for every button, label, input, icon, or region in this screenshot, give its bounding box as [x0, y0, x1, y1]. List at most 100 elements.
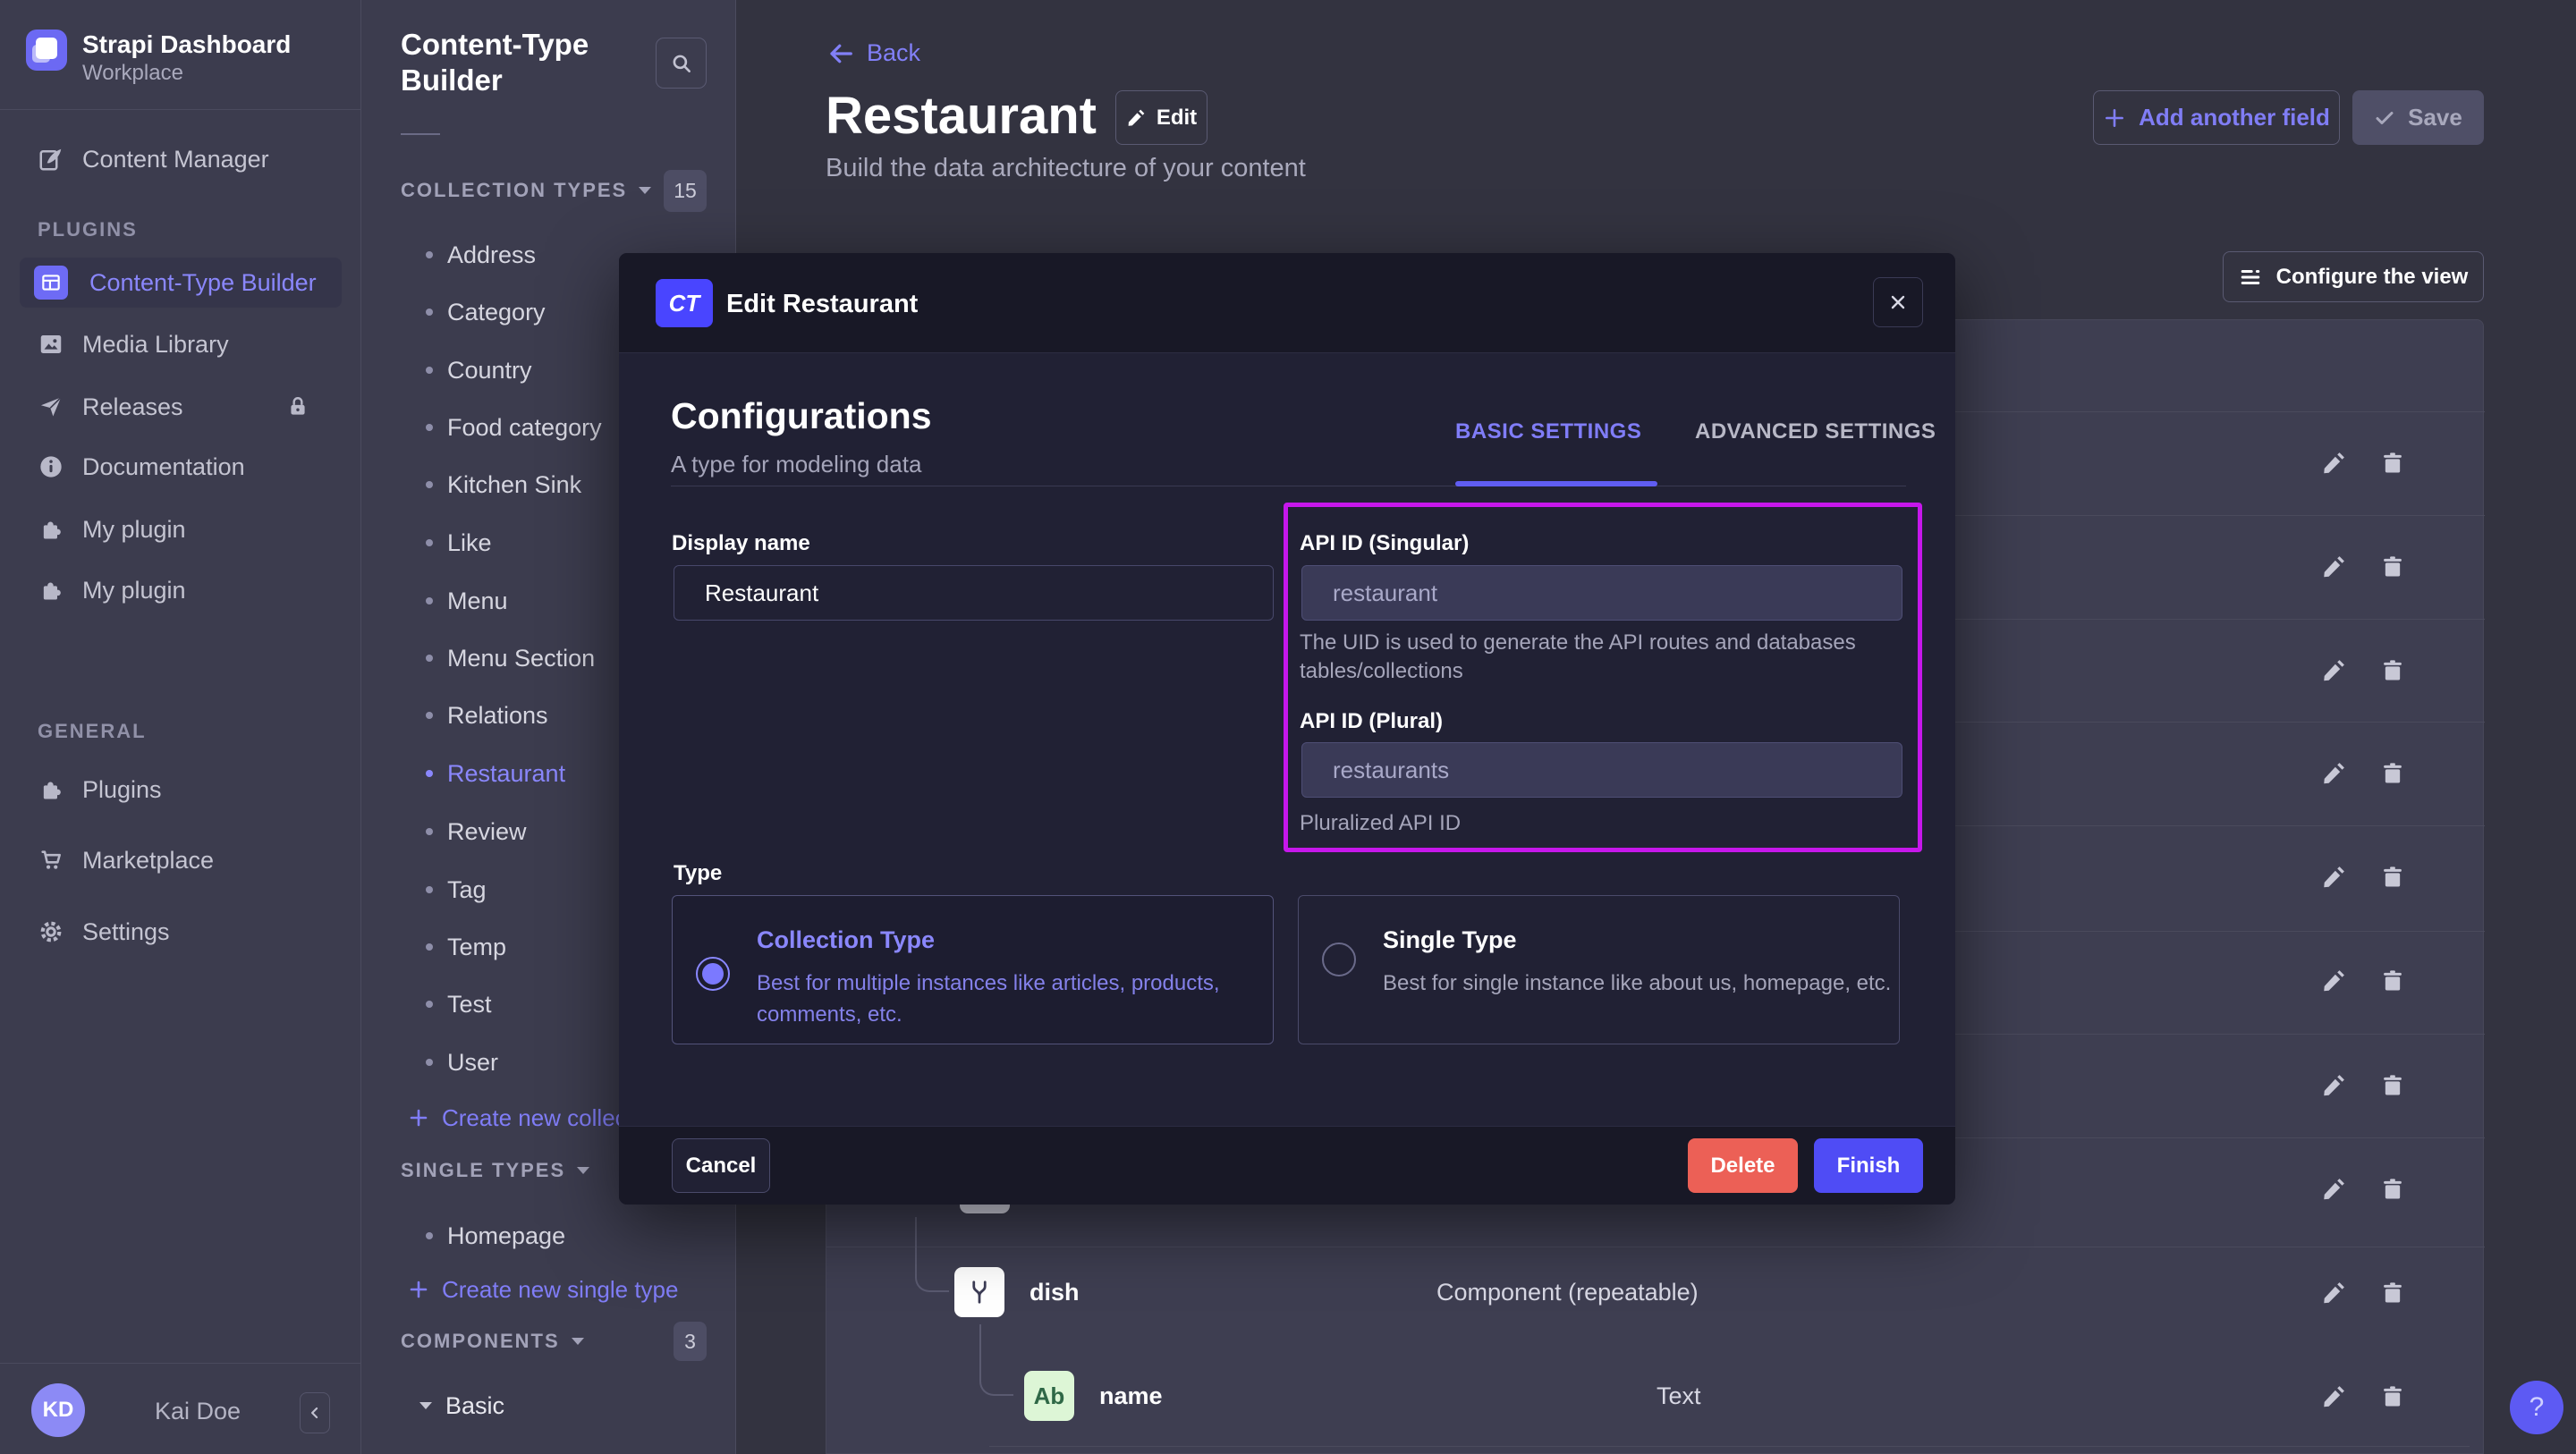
- table-row-actions: [2320, 864, 2428, 894]
- sidebar-item-country[interactable]: Country: [401, 356, 532, 385]
- edit-field-button[interactable]: [2320, 1280, 2347, 1306]
- strapi-logo[interactable]: [26, 30, 67, 71]
- delete-button[interactable]: Delete: [1688, 1138, 1798, 1193]
- finish-button[interactable]: Finish: [1814, 1138, 1923, 1193]
- sidebar-item-restaurant[interactable]: Restaurant: [401, 759, 565, 788]
- edit-field-button[interactable]: [2320, 1072, 2347, 1099]
- api-id-plural-input[interactable]: [1301, 742, 1902, 798]
- sidebar-item-releases[interactable]: Releases: [20, 382, 342, 432]
- sidebar-item-review[interactable]: Review: [401, 817, 527, 846]
- sidebar-item-content-type-builder[interactable]: Content-Type Builder: [20, 258, 342, 308]
- edit-field-button[interactable]: [2320, 760, 2347, 787]
- sidebar-item-category[interactable]: Category: [401, 298, 546, 326]
- trash-icon: [2380, 1177, 2405, 1202]
- save-button[interactable]: Save: [2352, 90, 2484, 145]
- pencil-icon: [1126, 108, 1146, 128]
- sidebar-item-marketplace[interactable]: Marketplace: [20, 835, 342, 885]
- collection-type-card[interactable]: Collection Type Best for multiple instan…: [672, 895, 1274, 1044]
- single-types-header[interactable]: SINGLE TYPES: [401, 1159, 590, 1182]
- sidebar-item-relations[interactable]: Relations: [401, 701, 548, 730]
- sidebar-item-user[interactable]: User: [401, 1048, 498, 1077]
- ctb-sidebar-title: Content-Type Builder: [401, 27, 589, 98]
- table-row-actions: [2320, 554, 2428, 584]
- components-header[interactable]: COMPONENTS: [401, 1330, 585, 1353]
- radio-collection-type[interactable]: [696, 957, 730, 991]
- sidebar-item-like[interactable]: Like: [401, 528, 492, 557]
- edit-field-button[interactable]: [2320, 657, 2347, 684]
- general-section-label: GENERAL: [38, 720, 147, 743]
- sidebar-item-food-category[interactable]: Food category: [401, 413, 602, 442]
- configure-the-view-button[interactable]: Configure the view: [2223, 251, 2484, 302]
- search-button[interactable]: [656, 38, 707, 89]
- tab-basic-settings[interactable]: BASIC SETTINGS: [1455, 419, 1641, 444]
- radio-single-type[interactable]: [1322, 943, 1356, 976]
- configurations-heading: Configurations: [671, 395, 932, 437]
- add-another-field-button[interactable]: Add another field: [2093, 90, 2340, 145]
- delete-field-button[interactable]: [2379, 1072, 2406, 1099]
- delete-field-button[interactable]: [2379, 864, 2406, 891]
- delete-field-button[interactable]: [2379, 554, 2406, 580]
- trash-icon: [2380, 451, 2405, 476]
- sidebar-item-label: Marketplace: [82, 847, 214, 875]
- display-name-input[interactable]: [674, 565, 1274, 621]
- plus-icon: [408, 1107, 429, 1129]
- delete-field-button[interactable]: [2379, 1280, 2406, 1306]
- delete-field-button[interactable]: [2379, 1176, 2406, 1203]
- single-type-card[interactable]: Single Type Best for single instance lik…: [1298, 895, 1900, 1044]
- delete-field-button[interactable]: [2379, 760, 2406, 787]
- bullet-dot: [426, 1232, 433, 1239]
- sidebar-item-plugins[interactable]: Plugins: [20, 765, 342, 815]
- bullet-dot: [426, 1059, 433, 1066]
- api-id-singular-input[interactable]: [1301, 565, 1902, 621]
- edit-field-button[interactable]: [2320, 1176, 2347, 1203]
- help-button[interactable]: ?: [2510, 1381, 2563, 1434]
- edit-field-button[interactable]: [2320, 450, 2347, 477]
- sidebar-item-address[interactable]: Address: [401, 241, 536, 269]
- table-row-actions: [2320, 450, 2428, 480]
- sidebar-item-menu-section[interactable]: Menu Section: [401, 644, 595, 672]
- sidebar-collapse-button[interactable]: [300, 1392, 330, 1433]
- sidebar-item-my-plugin-2[interactable]: My plugin: [20, 565, 342, 615]
- delete-field-button[interactable]: [2379, 657, 2406, 684]
- bullet-dot: [426, 1001, 433, 1008]
- sidebar-item-content-manager[interactable]: Content Manager: [20, 134, 342, 184]
- delete-field-button[interactable]: [2379, 450, 2406, 477]
- sidebar-item-settings[interactable]: Settings: [20, 907, 342, 957]
- delete-field-button[interactable]: [2379, 1383, 2406, 1410]
- plus-icon: [408, 1279, 429, 1300]
- divider: [0, 1363, 361, 1364]
- collection-type-title: Collection Type: [757, 926, 935, 954]
- content-type-builder-icon: [34, 266, 68, 300]
- edit-field-button[interactable]: [2320, 864, 2347, 891]
- sidebar-item-media-library[interactable]: Media Library: [20, 319, 342, 369]
- trash-icon: [2380, 761, 2405, 786]
- cancel-button[interactable]: Cancel: [672, 1138, 770, 1193]
- pencil-icon: [2321, 1073, 2346, 1098]
- edit-field-button[interactable]: [2320, 1383, 2347, 1410]
- trash-icon: [2380, 968, 2405, 993]
- sidebar-item-test[interactable]: Test: [401, 990, 492, 1019]
- tab-advanced-settings[interactable]: ADVANCED SETTINGS: [1695, 419, 1936, 444]
- sidebar-item-homepage[interactable]: Homepage: [401, 1222, 565, 1250]
- type-label: Type: [674, 861, 722, 886]
- avatar[interactable]: KD: [31, 1383, 85, 1437]
- table-row-actions: [2320, 1383, 2428, 1414]
- edit-button[interactable]: Edit: [1115, 90, 1208, 145]
- close-button[interactable]: [1873, 277, 1923, 327]
- app-root: Strapi Dashboard Workplace Content Manag…: [0, 0, 2576, 1454]
- edit-field-button[interactable]: [2320, 554, 2347, 580]
- sidebar-item-documentation[interactable]: Documentation: [20, 442, 342, 492]
- sidebar-item-label: My plugin: [82, 577, 186, 604]
- edit-field-button[interactable]: [2320, 968, 2347, 994]
- back-link[interactable]: Back: [827, 39, 920, 67]
- sidebar-item-menu[interactable]: Menu: [401, 587, 508, 615]
- sidebar-item-tag[interactable]: Tag: [401, 875, 487, 904]
- single-type-title: Single Type: [1383, 926, 1517, 954]
- collection-types-header[interactable]: COLLECTION TYPES: [401, 179, 652, 202]
- create-single-type-link[interactable]: Create new single type: [401, 1275, 678, 1304]
- components-group-basic[interactable]: Basic: [401, 1391, 504, 1420]
- sidebar-item-temp[interactable]: Temp: [401, 933, 506, 961]
- sidebar-item-kitchen-sink[interactable]: Kitchen Sink: [401, 470, 581, 499]
- delete-field-button[interactable]: [2379, 968, 2406, 994]
- sidebar-item-my-plugin-1[interactable]: My plugin: [20, 504, 342, 554]
